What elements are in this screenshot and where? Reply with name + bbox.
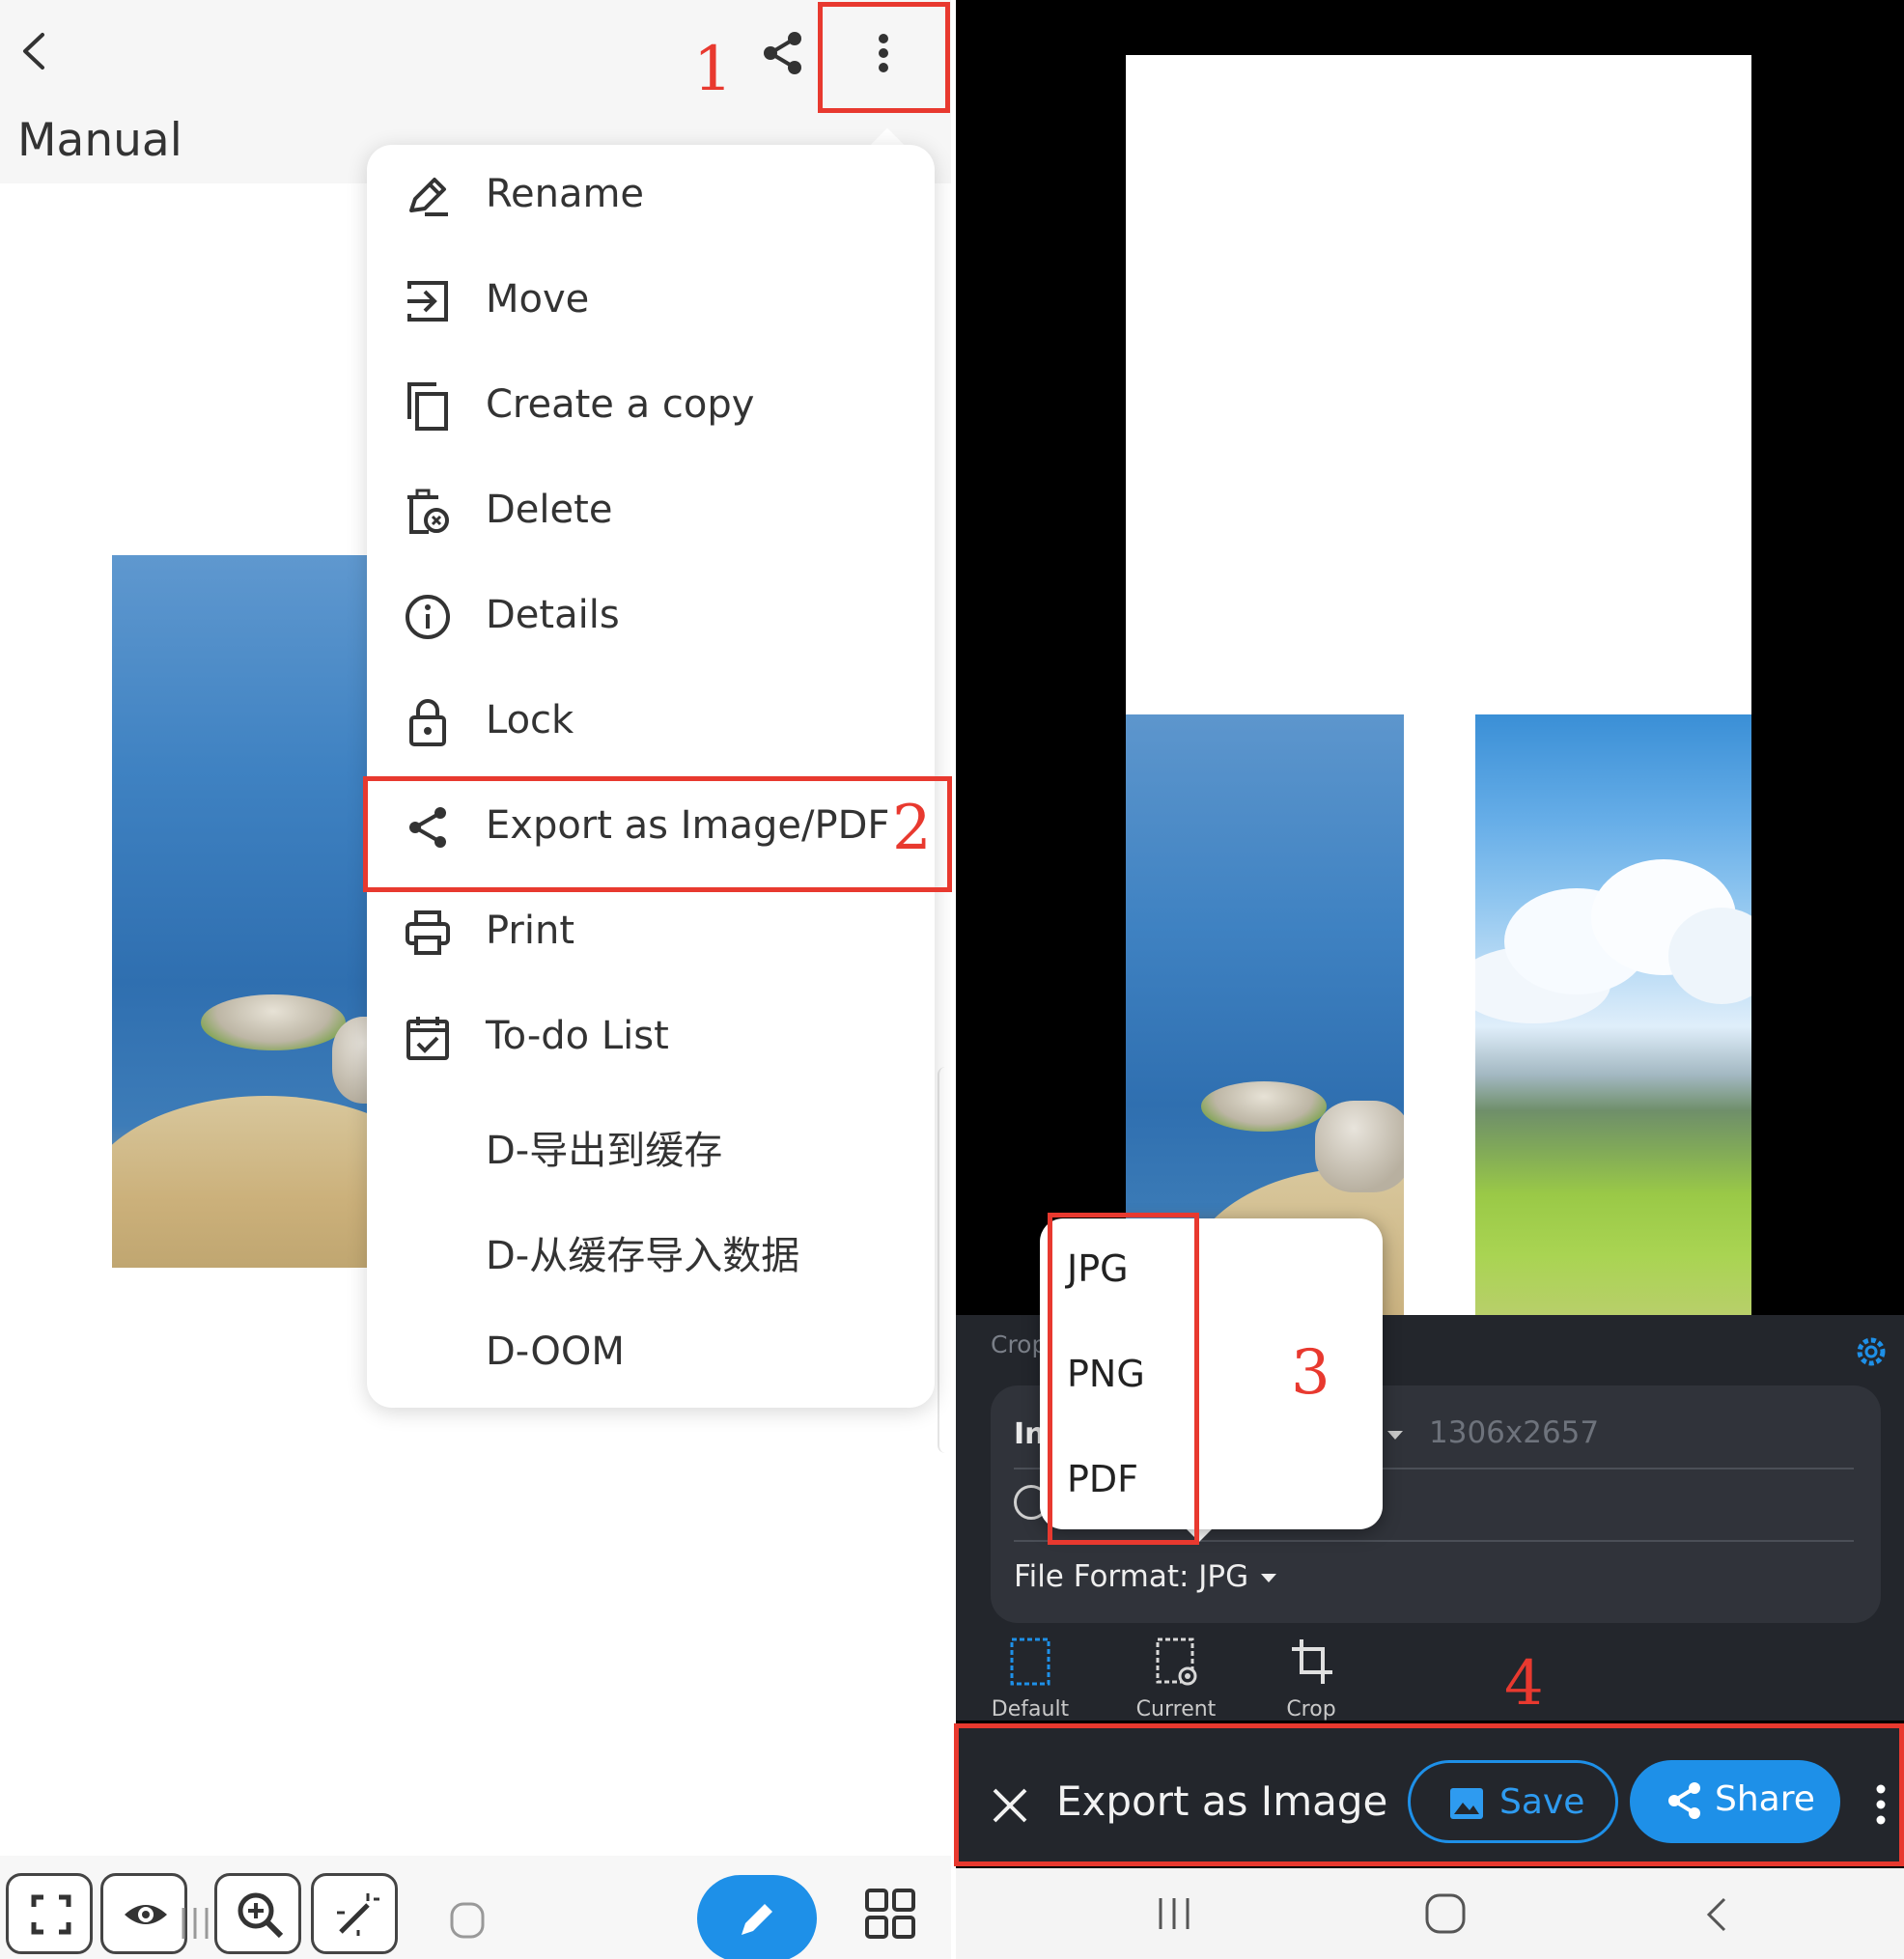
resolution-value: 1306x2657 <box>1429 1415 1600 1450</box>
zoom-in-button[interactable] <box>214 1873 301 1954</box>
mode-default-button[interactable]: Default <box>967 1636 1093 1732</box>
menu-item-details[interactable]: Details <box>367 569 935 665</box>
annotation-box-3 <box>1048 1213 1199 1545</box>
menu-item-label: Move <box>486 277 590 322</box>
menu-item-label: Delete <box>486 488 613 532</box>
system-nav-bar <box>956 1868 1904 1959</box>
menu-item-oom[interactable]: D-OOM <box>367 1305 935 1402</box>
share-button[interactable] <box>759 29 807 77</box>
crop-icon <box>1292 1639 1332 1684</box>
menu-item-label: Details <box>486 593 620 637</box>
grass <box>112 1096 382 1268</box>
todo-icon <box>406 1017 449 1060</box>
lock-icon <box>409 699 446 746</box>
stone <box>1315 1101 1404 1192</box>
fullscreen-button[interactable] <box>6 1873 93 1954</box>
menu-item-label: Create a copy <box>486 382 755 427</box>
move-icon <box>407 281 448 322</box>
back-arrow-icon <box>23 33 44 70</box>
zoom-in-icon <box>238 1892 284 1939</box>
menu-item-move[interactable]: Move <box>367 253 935 350</box>
menu-item-export-cache[interactable]: D-导出到缓存 <box>367 1095 935 1191</box>
menu-item-label: D-OOM <box>486 1329 625 1374</box>
annotation-box-4 <box>954 1723 1904 1866</box>
menu-item-label: D-导出到缓存 <box>486 1129 723 1173</box>
chevron-down-icon[interactable] <box>1387 1431 1403 1440</box>
copy-icon <box>407 382 448 431</box>
sheet-label: Crop <box>991 1330 1048 1358</box>
annotation-number-3: 3 <box>1291 1337 1330 1409</box>
preview-photo-clouds <box>1475 714 1751 1315</box>
document-photo[interactable] <box>112 555 382 1268</box>
menu-item-create-copy[interactable]: Create a copy <box>367 358 935 455</box>
annotation-number-1: 1 <box>693 34 733 105</box>
share-icon <box>764 32 801 74</box>
menu-item-delete[interactable]: Delete <box>367 463 935 560</box>
menu-item-label: Lock <box>486 698 574 742</box>
pen-fab-button[interactable] <box>697 1875 817 1959</box>
mode-label: Crop <box>1286 1697 1336 1721</box>
right-screen: Crop In 1306x2657 File Format: JPG Defau… <box>956 0 1904 1959</box>
mode-current-view-button[interactable]: Current View <box>1113 1636 1239 1746</box>
magic-wand-button[interactable] <box>311 1873 398 1954</box>
menu-item-import-cache[interactable]: D-从缓存导入数据 <box>367 1200 935 1297</box>
file-format-dropdown[interactable]: File Format: JPG <box>1014 1559 1248 1594</box>
left-screen: Manual Rename Move Create a copy Delete … <box>0 0 951 1959</box>
menu-item-label: Rename <box>486 172 645 216</box>
nav-recents-icon[interactable] <box>1155 1894 1193 1933</box>
annotation-box-1 <box>818 2 950 113</box>
mode-crop-button[interactable]: Crop <box>1248 1636 1374 1732</box>
menu-item-rename[interactable]: Rename <box>367 148 935 244</box>
chevron-down-icon <box>1261 1574 1276 1582</box>
nav-back-icon[interactable] <box>1699 1893 1734 1936</box>
rename-icon <box>409 178 448 216</box>
menu-item-label: Print <box>486 909 575 953</box>
annotation-number-2: 2 <box>892 793 932 864</box>
magic-wand-icon <box>337 1893 379 1936</box>
menu-item-print[interactable]: Print <box>367 884 935 981</box>
scroll-handle[interactable] <box>938 1067 951 1453</box>
menu-item-todo[interactable]: To-do List <box>367 990 935 1086</box>
nav-recents-icon <box>182 1908 209 1939</box>
grid-icon[interactable] <box>864 1888 916 1940</box>
current-view-icon <box>1156 1637 1197 1686</box>
menu-item-lock[interactable]: Lock <box>367 674 935 770</box>
fullscreen-icon <box>31 1894 71 1935</box>
nav-home-icon[interactable] <box>1423 1891 1468 1936</box>
annotation-number-4: 4 <box>1504 1648 1544 1720</box>
print-icon <box>406 910 450 955</box>
eye-button[interactable] <box>100 1873 187 1954</box>
default-frame-icon <box>1010 1637 1050 1686</box>
rock <box>201 994 346 1050</box>
rock <box>1201 1081 1327 1132</box>
pen-icon <box>742 1904 772 1935</box>
eye-icon <box>125 1905 167 1924</box>
gear-icon[interactable] <box>1852 1332 1890 1371</box>
menu-item-label: To-do List <box>486 1014 669 1058</box>
delete-icon <box>407 489 449 534</box>
page-title: Manual <box>17 114 182 167</box>
annotation-box-2 <box>363 776 952 892</box>
menu-item-label: D-从缓存导入数据 <box>486 1234 800 1278</box>
nav-home-icon <box>450 1902 485 1939</box>
back-button[interactable] <box>14 27 56 75</box>
mode-label: Default <box>991 1697 1070 1721</box>
info-icon <box>406 595 450 639</box>
